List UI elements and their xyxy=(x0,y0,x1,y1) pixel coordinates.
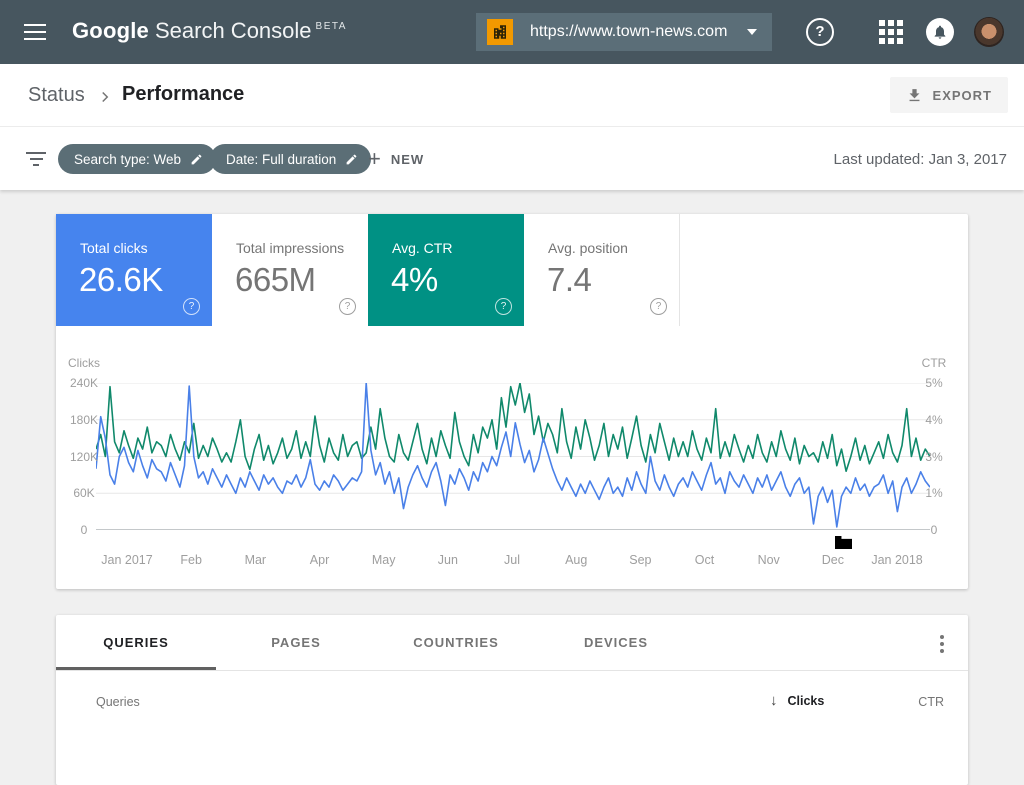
building-icon xyxy=(491,23,509,41)
metric-tiles: Total clicks 26.6K ? Total impressions 6… xyxy=(56,214,680,326)
y-axis-tick-left: 240K xyxy=(56,376,112,390)
x-axis-tick: Feb xyxy=(180,553,202,567)
table-tabs: QUERIES PAGES COUNTRIES DEVICES xyxy=(56,615,968,671)
user-avatar[interactable] xyxy=(974,17,1004,47)
export-label: EXPORT xyxy=(933,88,992,103)
download-icon xyxy=(906,87,923,104)
export-button[interactable]: EXPORT xyxy=(890,77,1008,113)
breadcrumb-bar: Status Performance EXPORT xyxy=(0,64,1024,126)
filter-chip-search-type[interactable]: Search type: Web xyxy=(58,144,216,174)
column-header-clicks[interactable]: ↓ Clicks xyxy=(770,692,824,709)
help-icon[interactable]: ? xyxy=(183,298,200,315)
metric-tile-total-clicks[interactable]: Total clicks 26.6K ? xyxy=(56,214,212,326)
page-title: Performance xyxy=(122,83,244,106)
right-axis-title: CTR xyxy=(912,356,956,370)
metric-label: Total clicks xyxy=(80,240,148,256)
x-axis-tick: Jul xyxy=(504,553,520,567)
help-icon[interactable]: ? xyxy=(495,298,512,315)
new-filter-label: NEW xyxy=(391,152,424,167)
chart-plot-svg[interactable] xyxy=(96,383,930,530)
y-axis-tick-left: 60K xyxy=(56,486,112,500)
x-axis-tick: Oct xyxy=(695,553,714,567)
help-icon[interactable]: ? xyxy=(339,298,356,315)
filter-chip-date[interactable]: Date: Full duration xyxy=(210,144,371,174)
y-axis-tick-right: 4% xyxy=(912,413,956,427)
y-axis-tick-left: 120K xyxy=(56,450,112,464)
tab-devices[interactable]: DEVICES xyxy=(536,615,696,670)
edit-pencil-icon xyxy=(190,153,203,166)
metric-label: Avg. CTR xyxy=(392,240,452,256)
column-header-ctr[interactable]: CTR xyxy=(918,695,944,709)
tab-countries[interactable]: COUNTRIES xyxy=(376,615,536,670)
x-axis-tick: May xyxy=(372,553,396,567)
y-axis-tick-right: 1% xyxy=(912,486,956,500)
metric-tile-avg-ctr[interactable]: Avg. CTR 4% ? xyxy=(368,214,524,326)
x-axis-tick: Mar xyxy=(245,553,267,567)
table-header-row: Queries ↓ Clicks CTR xyxy=(56,671,968,731)
metric-tile-avg-position[interactable]: Avg. position 7.4 ? xyxy=(524,214,680,326)
metric-tile-total-impressions[interactable]: Total impressions 665M ? xyxy=(212,214,368,326)
app-bar: GoogleSearch Console BETA https://www.tow… xyxy=(0,0,1024,64)
y-axis-tick-right: 3% xyxy=(912,450,956,464)
tab-queries[interactable]: QUERIES xyxy=(56,615,216,670)
help-icon[interactable]: ? xyxy=(650,298,667,315)
sort-descending-icon: ↓ xyxy=(770,692,778,709)
metric-value: 665M xyxy=(235,261,316,299)
menu-icon[interactable] xyxy=(24,24,46,40)
x-axis-tick: Apr xyxy=(310,553,329,567)
breadcrumb-parent[interactable]: Status xyxy=(28,84,85,107)
x-axis-tick: Nov xyxy=(758,553,780,567)
chevron-right-icon xyxy=(96,88,114,106)
property-icon xyxy=(487,19,513,45)
last-updated-text: Last updated: Jan 3, 2017 xyxy=(834,151,1007,168)
x-axis-tick: Aug xyxy=(565,553,587,567)
apps-grid-icon[interactable] xyxy=(879,20,903,44)
logo-brand: Google xyxy=(72,18,149,43)
column-header-queries: Queries xyxy=(96,695,140,709)
metric-label: Total impressions xyxy=(236,240,344,256)
y-axis-tick-left: 0 xyxy=(56,523,112,537)
y-axis-tick-right: 0 xyxy=(912,523,956,537)
x-axis-tick: Dec xyxy=(822,553,844,567)
metric-value: 26.6K xyxy=(79,261,163,299)
more-options-icon[interactable] xyxy=(934,635,950,653)
tab-pages[interactable]: PAGES xyxy=(216,615,376,670)
metric-value: 4% xyxy=(391,261,438,299)
property-url: https://www.town-news.com xyxy=(530,23,747,41)
filter-bar: Search type: Web Date: Full duration + N… xyxy=(0,126,1024,190)
x-axis-ticks: Jan 2017 Feb Mar Apr May Jun Jul Aug Sep Oct Nov De… xyxy=(96,553,930,573)
notifications-bell-icon[interactable] xyxy=(926,18,954,46)
performance-chart-card: Total clicks 26.6K ? Total impressions 6… xyxy=(56,214,968,589)
chip-label: Date: Full duration xyxy=(226,152,336,167)
x-axis-tick: Jun xyxy=(438,553,458,567)
dimensions-table-card: QUERIES PAGES COUNTRIES DEVICES Queries … xyxy=(56,615,968,785)
edit-pencil-icon xyxy=(345,153,358,166)
filter-list-icon[interactable] xyxy=(26,152,46,166)
help-icon[interactable]: ? xyxy=(806,18,834,46)
new-filter-button[interactable]: + NEW xyxy=(368,144,424,174)
dropdown-caret-icon xyxy=(747,29,757,35)
y-axis-tick-left: 180K xyxy=(56,413,112,427)
left-axis-title: Clicks xyxy=(56,356,112,370)
y-axis-tick-right: 5% xyxy=(912,376,956,390)
plus-icon: + xyxy=(368,146,381,172)
metric-label: Avg. position xyxy=(548,240,628,256)
logo-product: Search Console xyxy=(155,18,312,43)
metric-value: 7.4 xyxy=(547,261,591,299)
logo-beta-badge: BETA xyxy=(316,21,347,32)
property-selector[interactable]: https://www.town-news.com xyxy=(476,13,772,51)
x-axis-tick: Jan 2017 xyxy=(101,553,152,567)
app-logo: GoogleSearch Console BETA xyxy=(72,18,347,44)
x-axis-tick: Sep xyxy=(629,553,651,567)
chart-area: Clicks CTR Jan 2017 Feb Mar Apr May Jun Jul Aug… xyxy=(56,354,968,589)
chip-label: Search type: Web xyxy=(74,152,181,167)
x-axis-tick: Jan 2018 xyxy=(871,553,922,567)
